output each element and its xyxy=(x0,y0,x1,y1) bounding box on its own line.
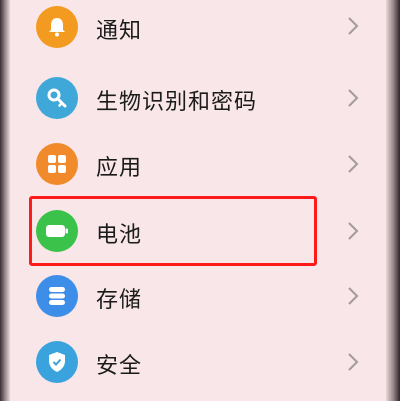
settings-item-label: 生物识别和密码 xyxy=(96,90,258,115)
settings-item-label: 安全 xyxy=(96,354,143,379)
bell-icon xyxy=(36,6,78,48)
chevron-right-icon xyxy=(348,287,359,305)
settings-item-label: 应用 xyxy=(96,156,143,181)
chevron-right-icon xyxy=(348,155,359,173)
chevron-right-icon xyxy=(348,89,359,107)
device-bezel-right xyxy=(386,0,400,401)
settings-item-apps[interactable]: 应用 xyxy=(10,134,386,196)
device-bezel-left xyxy=(0,0,10,401)
chevron-right-icon xyxy=(348,17,359,35)
key-icon xyxy=(36,77,78,119)
settings-item-label: 通知 xyxy=(96,19,143,44)
battery-highlight-box xyxy=(29,196,317,266)
chevron-right-icon xyxy=(348,353,359,371)
chevron-right-icon xyxy=(348,222,359,240)
settings-item-label: 存储 xyxy=(96,288,143,313)
shield-icon xyxy=(36,341,78,383)
storage-icon xyxy=(36,275,78,317)
settings-item-notifications[interactable]: 通知 xyxy=(10,0,386,62)
settings-item-biometrics[interactable]: 生物识别和密码 xyxy=(10,68,386,130)
settings-item-storage[interactable]: 存储 xyxy=(10,266,386,328)
apps-grid-icon xyxy=(36,143,78,185)
settings-item-security[interactable]: 安全 xyxy=(10,332,386,394)
settings-screen: 通知 生物识别和密码 应用 电池 存储 安全 xyxy=(10,0,386,401)
